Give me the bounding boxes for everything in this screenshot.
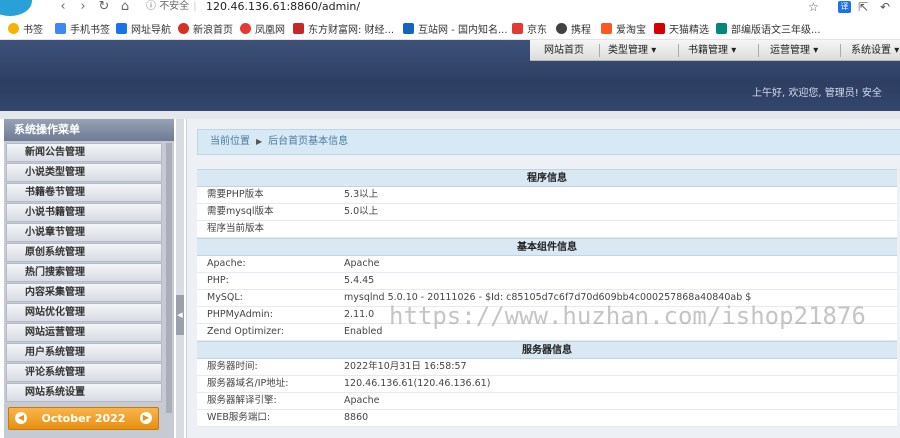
table-row: WEB服务端口: 8860 bbox=[197, 410, 897, 427]
bookmark-item[interactable]: 网址导航 bbox=[116, 20, 171, 36]
calendar-prev-icon[interactable]: ◀ bbox=[15, 412, 27, 424]
extension-icon[interactable]: 译 bbox=[838, 1, 851, 13]
sidebar-title: 系统操作菜单 bbox=[4, 119, 174, 141]
nav-category-menu[interactable]: 类型管理 ▾ bbox=[608, 40, 656, 61]
collapse-arrow-icon[interactable]: ◀ bbox=[176, 295, 184, 335]
table-row: 服务器时间: 2022年10月31日 16:58:57 bbox=[197, 359, 897, 376]
bookmark-item[interactable]: 书签 bbox=[8, 20, 43, 36]
sidebar-item-users[interactable]: 用户系统管理 bbox=[6, 343, 162, 362]
sidebar-item-collection[interactable]: 内容采集管理 bbox=[6, 283, 162, 302]
breadcrumb-page: 后台首页基本信息 bbox=[268, 136, 349, 147]
forward-icon[interactable]: › bbox=[76, 0, 90, 14]
sidebar-menu: 新闻公告管理 小说类型管理 书籍卷节管理 小说书籍管理 小说章节管理 原创系统管… bbox=[6, 143, 164, 403]
sidebar-item-volumes[interactable]: 书籍卷节管理 bbox=[6, 183, 162, 202]
breadcrumb: 当前位置 ▶ 后台首页基本信息 bbox=[197, 129, 900, 155]
nav-home[interactable]: 网站首页 bbox=[544, 40, 584, 61]
home-icon[interactable]: ⌂ bbox=[118, 0, 132, 14]
section-title: 服务器信息 bbox=[197, 341, 897, 359]
sidebar-item-comments[interactable]: 评论系统管理 bbox=[6, 363, 162, 382]
eastmoney-icon bbox=[293, 22, 304, 34]
dropdown-caret-icon: ▾ bbox=[651, 45, 657, 56]
bookmark-item[interactable]: 京东 bbox=[512, 20, 547, 36]
sidebar: 系统操作菜单 新闻公告管理 小说类型管理 书籍卷节管理 小说书籍管理 小说章节管… bbox=[4, 119, 174, 438]
bookmark-item[interactable]: 携程 bbox=[556, 20, 591, 36]
sidebar-item-chapters[interactable]: 小说章节管理 bbox=[6, 223, 162, 242]
table-row: MySQL: mysqlnd 5.0.10 - 20111026 - $Id: c… bbox=[197, 290, 897, 307]
bookmarks-bar: 书签 手机书签 网址导航 新浪首页 凤凰网 东方财富网: 财经... 互站网 -… bbox=[0, 16, 900, 40]
jd-icon bbox=[512, 22, 523, 34]
section-title: 程序信息 bbox=[197, 169, 897, 187]
bookmark-item[interactable]: 东方财富网: 财经... bbox=[293, 20, 394, 36]
header-divider bbox=[0, 111, 900, 119]
main-content: 当前位置 ▶ 后台首页基本信息 程序信息 需要PHP版本 5.3以上 需要mysql版… bbox=[186, 119, 900, 438]
bookmark-item[interactable]: 新浪首页 bbox=[178, 20, 233, 36]
nav-divider bbox=[758, 44, 759, 57]
app-header: 网站首页 类型管理 ▾ 书籍管理 ▾ 运营管理 ▾ 系统设置 ▾ 上午好, 欢迎… bbox=[0, 40, 900, 111]
bookmark-item[interactable]: 爱淘宝 bbox=[601, 20, 646, 36]
nav-settings-menu[interactable]: 系统设置 ▾ bbox=[851, 40, 899, 61]
table-row: PHPMyAdmin: 2.11.0 bbox=[197, 307, 897, 324]
section-title: 基本组件信息 bbox=[197, 238, 897, 256]
ctrip-icon bbox=[556, 22, 567, 34]
breadcrumb-arrow-icon: ▶ bbox=[256, 137, 263, 146]
url-field[interactable]: 120.46.136.61:8860/admin/ bbox=[206, 0, 360, 14]
bookmark-item[interactable]: 天猫精选 bbox=[654, 20, 709, 36]
bookmark-item[interactable]: 部编版语文三年级... bbox=[716, 20, 821, 36]
sidebar-item-operations[interactable]: 网站运营管理 bbox=[6, 323, 162, 342]
sidebar-item-books[interactable]: 小说书籍管理 bbox=[6, 203, 162, 222]
welcome-greeting: 上午好, 欢迎您, 管理员! 安全 bbox=[752, 88, 882, 99]
breadcrumb-label: 当前位置 bbox=[210, 136, 250, 147]
table-row: 服务器解译引擎: Apache bbox=[197, 393, 897, 410]
dropdown-caret-icon: ▾ bbox=[894, 45, 900, 56]
sina-icon bbox=[178, 22, 189, 34]
calendar-header: ◀ October 2022 ▶ bbox=[8, 407, 159, 430]
calendar-next-icon[interactable]: ▶ bbox=[140, 412, 152, 424]
table-row: 需要mysql版本 5.0以上 bbox=[197, 204, 897, 221]
mobile-icon bbox=[55, 22, 66, 34]
nav-ops-menu[interactable]: 运营管理 ▾ bbox=[770, 40, 818, 61]
bookmark-item[interactable]: 手机书签 bbox=[55, 20, 110, 36]
sidebar-item-novel-types[interactable]: 小说类型管理 bbox=[6, 163, 162, 182]
page-icon bbox=[116, 22, 127, 34]
table-row: 服务器域名/IP地址: 120.46.136.61(120.46.136.61) bbox=[197, 376, 897, 393]
star-icon bbox=[8, 22, 19, 34]
undo-icon[interactable]: ↶ bbox=[880, 0, 890, 14]
calendar-month-label: October 2022 bbox=[41, 412, 126, 425]
dropdown-caret-icon: ▾ bbox=[731, 45, 737, 56]
star-icon[interactable]: ☆ bbox=[808, 0, 819, 14]
table-row: Apache: Apache bbox=[197, 256, 897, 273]
sidebar-item-hot-search[interactable]: 热门搜索管理 bbox=[6, 263, 162, 282]
table-row: Zend Optimizer: Enabled bbox=[197, 324, 897, 341]
nav-divider bbox=[840, 44, 841, 57]
browser-logo-icon bbox=[0, 0, 32, 16]
sidebar-item-original[interactable]: 原创系统管理 bbox=[6, 243, 162, 262]
dropdown-caret-icon: ▾ bbox=[813, 45, 819, 56]
back-icon[interactable]: ‹ bbox=[56, 0, 70, 14]
security-indicator[interactable]: ⓘ 不安全 | bbox=[146, 0, 201, 14]
sidebar-item-site-settings[interactable]: 网站系统设置 bbox=[6, 383, 162, 402]
table-row: PHP: 5.4.45 bbox=[197, 273, 897, 290]
sidebar-item-news[interactable]: 新闻公告管理 bbox=[6, 143, 162, 162]
share-icon[interactable]: ⇱ bbox=[858, 0, 868, 14]
security-label: 不安全 bbox=[159, 1, 190, 12]
reload-icon[interactable]: ↻ bbox=[97, 0, 111, 14]
sidebar-item-seo[interactable]: 网站优化管理 bbox=[6, 303, 162, 322]
info-panel: 程序信息 需要PHP版本 5.3以上 需要mysql版本 5.0以上 程序当前版本 … bbox=[197, 169, 897, 427]
nav-books-menu[interactable]: 书籍管理 ▾ bbox=[688, 40, 736, 61]
bookmark-item[interactable]: 互站网 - 国内知名... bbox=[403, 20, 508, 36]
textbook-icon bbox=[716, 22, 727, 34]
bookmark-item[interactable]: 凤凰网 bbox=[240, 20, 285, 36]
sidebar-scrollbar[interactable] bbox=[166, 143, 172, 413]
browser-address-bar: ‹ › ↻ ⌂ ⓘ 不安全 | 120.46.136.61:8860/admin/… bbox=[0, 0, 900, 16]
nav-divider bbox=[599, 44, 600, 57]
top-nav: 网站首页 类型管理 ▾ 书籍管理 ▾ 运营管理 ▾ 系统设置 ▾ bbox=[530, 40, 900, 61]
table-row: 程序当前版本 bbox=[197, 221, 897, 238]
ifeng-icon bbox=[240, 22, 251, 34]
huzhan-icon bbox=[403, 22, 414, 34]
table-row: 需要PHP版本 5.3以上 bbox=[197, 187, 897, 204]
sidebar-splitter[interactable]: ◀ bbox=[176, 119, 184, 438]
tmall-icon bbox=[654, 22, 665, 34]
taobao-icon bbox=[601, 22, 612, 34]
nav-divider bbox=[678, 44, 679, 57]
